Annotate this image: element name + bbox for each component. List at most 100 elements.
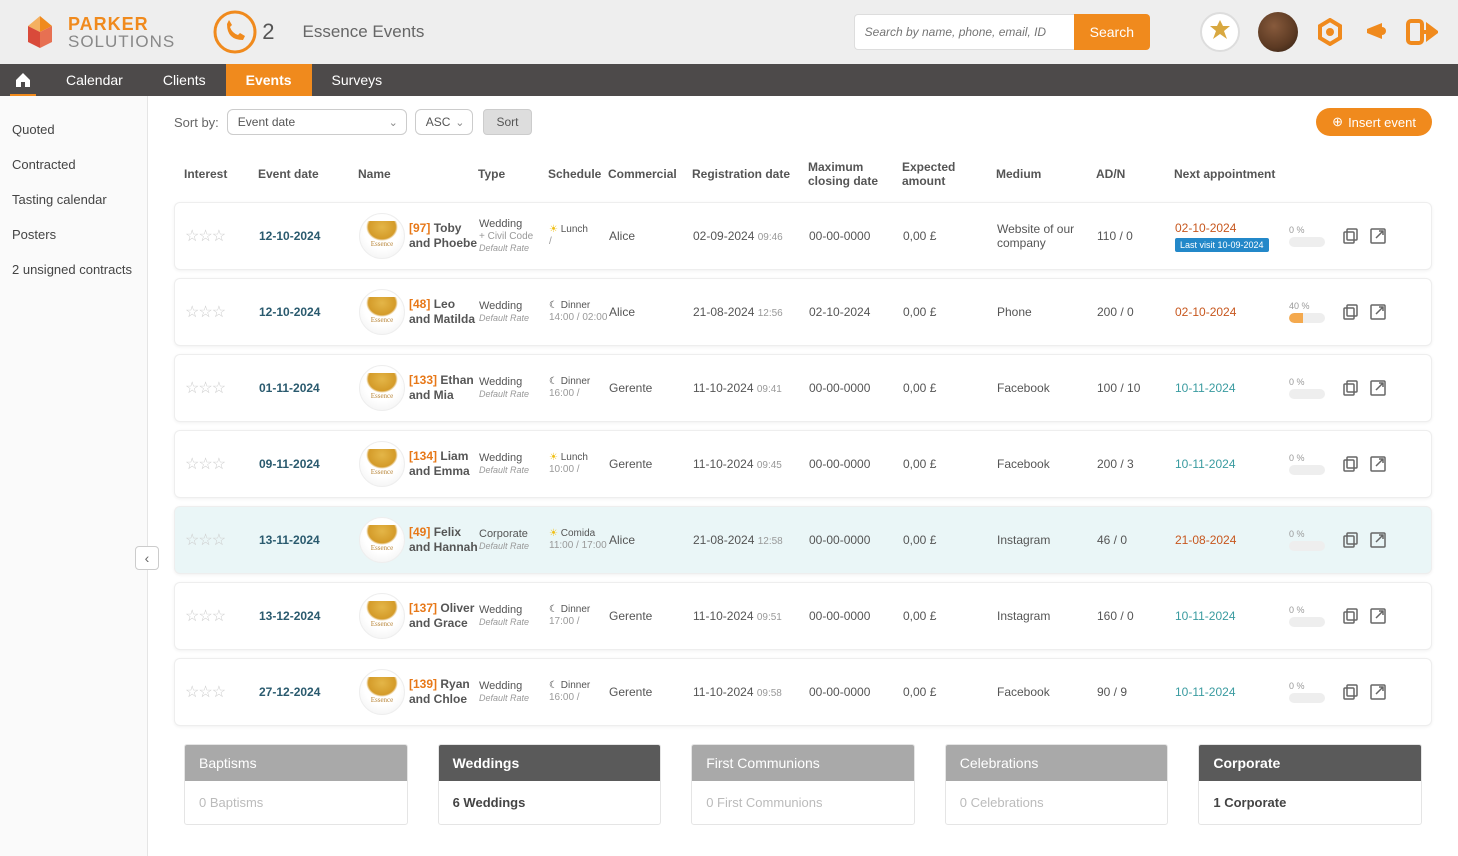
sidebar-item-quoted[interactable]: Quoted [0, 112, 147, 147]
name-cell[interactable]: Essence [97] Toby and Phoebe [359, 213, 479, 259]
summary-title: Corporate [1199, 745, 1421, 781]
summary-card[interactable]: Weddings 6 Weddings [438, 744, 662, 825]
registration-cell: 02-09-2024 09:46 [693, 229, 809, 243]
table-row[interactable]: ☆☆☆ 09-11-2024 Essence [134] Liam and Em… [174, 430, 1432, 498]
moon-icon: ☾ [549, 680, 558, 691]
col-name[interactable]: Name [358, 167, 478, 181]
open-icon[interactable] [1369, 455, 1387, 473]
name-cell[interactable]: Essence [134] Liam and Emma [359, 441, 479, 487]
table-row[interactable]: ☆☆☆ 27-12-2024 Essence [139] Ryan and Ch… [174, 658, 1432, 726]
table-row[interactable]: ☆☆☆ 13-11-2024 Essence [49] Felix and Ha… [174, 506, 1432, 574]
open-icon[interactable] [1369, 607, 1387, 625]
copy-icon[interactable] [1341, 683, 1359, 701]
col-schedule[interactable]: Schedule [548, 167, 608, 181]
interest-stars[interactable]: ☆☆☆ [185, 606, 259, 626]
copy-icon[interactable] [1341, 303, 1359, 321]
nav-calendar[interactable]: Calendar [46, 64, 143, 96]
copy-icon[interactable] [1341, 227, 1359, 245]
venue-logo-icon: Essence [359, 517, 405, 563]
settings-hex-icon[interactable] [1316, 18, 1344, 46]
expected-cell: 0,00 £ [903, 229, 997, 243]
notification-bell-icon[interactable] [1362, 19, 1388, 45]
col-adn[interactable]: AD/N [1096, 167, 1174, 181]
max-closing-cell: 00-00-0000 [809, 685, 903, 699]
expected-cell: 0,00 £ [903, 685, 997, 699]
summary-card[interactable]: Corporate 1 Corporate [1198, 744, 1422, 825]
name-cell[interactable]: Essence [139] Ryan and Chloe [359, 669, 479, 715]
table-row[interactable]: ☆☆☆ 12-10-2024 Essence [48] Leo and Mati… [174, 278, 1432, 346]
search-button[interactable]: Search [1074, 14, 1150, 50]
logo[interactable]: PARKER SOLUTIONS [20, 12, 175, 52]
summary-card[interactable]: Baptisms 0 Baptisms [184, 744, 408, 825]
phone-badge[interactable]: 2 [210, 7, 274, 57]
venue-logo-icon: Essence [359, 669, 405, 715]
sort-dir-value: ASC [426, 115, 451, 129]
summary-title: First Communions [692, 745, 914, 781]
user-avatar[interactable] [1258, 12, 1298, 52]
col-interest[interactable]: Interest [184, 167, 258, 181]
progress-cell: 40 % [1289, 301, 1341, 323]
col-expected[interactable]: Expected amount [902, 160, 996, 188]
summary-title: Baptisms [185, 745, 407, 781]
sort-button[interactable]: Sort [483, 109, 531, 135]
nav-home[interactable] [0, 64, 46, 96]
interest-stars[interactable]: ☆☆☆ [185, 454, 259, 474]
action-cell [1341, 227, 1421, 245]
interest-stars[interactable]: ☆☆☆ [185, 530, 259, 550]
moon-icon: ☾ [549, 300, 558, 311]
interest-stars[interactable]: ☆☆☆ [185, 226, 259, 246]
copy-icon[interactable] [1341, 531, 1359, 549]
open-icon[interactable] [1369, 531, 1387, 549]
venue-avatar[interactable] [1200, 12, 1240, 52]
search-input[interactable] [854, 14, 1074, 50]
summary-card[interactable]: First Communions 0 First Communions [691, 744, 915, 825]
open-icon[interactable] [1369, 379, 1387, 397]
expected-cell: 0,00 £ [903, 381, 997, 395]
venue-logo-icon: Essence [359, 213, 405, 259]
name-cell[interactable]: Essence [137] Oliver and Grace [359, 593, 479, 639]
summary-card[interactable]: Celebrations 0 Celebrations [945, 744, 1169, 825]
name-cell[interactable]: Essence [49] Felix and Hannah [359, 517, 479, 563]
max-closing-cell: 00-00-0000 [809, 229, 903, 243]
open-icon[interactable] [1369, 683, 1387, 701]
sidebar-item-contracted[interactable]: Contracted [0, 147, 147, 182]
interest-stars[interactable]: ☆☆☆ [185, 378, 259, 398]
col-commercial[interactable]: Commercial [608, 167, 692, 181]
col-registration[interactable]: Registration date [692, 167, 808, 181]
sidebar-item-tasting[interactable]: Tasting calendar [0, 182, 147, 217]
sort-dir-select[interactable]: ASC ⌄ [415, 109, 474, 135]
col-next[interactable]: Next appointment [1174, 167, 1288, 181]
nav-clients[interactable]: Clients [143, 64, 226, 96]
copy-icon[interactable] [1341, 607, 1359, 625]
logo-line1: PARKER [68, 15, 175, 33]
registration-cell: 21-08-2024 12:56 [693, 305, 809, 319]
logout-icon[interactable] [1406, 18, 1438, 46]
nav-surveys[interactable]: Surveys [312, 64, 403, 96]
type-cell: WeddingDefault Rate [479, 300, 549, 324]
table-row[interactable]: ☆☆☆ 01-11-2024 Essence [133] Ethan and M… [174, 354, 1432, 422]
type-cell: WeddingDefault Rate [479, 376, 549, 400]
name-cell[interactable]: Essence [133] Ethan and Mia [359, 365, 479, 411]
copy-icon[interactable] [1341, 379, 1359, 397]
col-max-closing[interactable]: Maximum closing date [808, 160, 902, 188]
sidebar-collapse-button[interactable]: ‹ [135, 546, 159, 570]
interest-stars[interactable]: ☆☆☆ [185, 302, 259, 322]
interest-stars[interactable]: ☆☆☆ [185, 682, 259, 702]
max-closing-cell: 00-00-0000 [809, 533, 903, 547]
col-type[interactable]: Type [478, 167, 548, 181]
insert-event-button[interactable]: ⊕ Insert event [1316, 108, 1432, 136]
next-cell: 21-08-2024 [1175, 533, 1289, 547]
sidebar-item-unsigned[interactable]: 2 unsigned contracts [0, 252, 147, 287]
copy-icon[interactable] [1341, 455, 1359, 473]
col-event-date[interactable]: Event date [258, 167, 358, 181]
next-cell: 10-11-2024 [1175, 685, 1289, 699]
col-medium[interactable]: Medium [996, 167, 1096, 181]
name-cell[interactable]: Essence [48] Leo and Matilda [359, 289, 479, 335]
table-row[interactable]: ☆☆☆ 13-12-2024 Essence [137] Oliver and … [174, 582, 1432, 650]
sort-field-select[interactable]: Event date ⌄ [227, 109, 407, 135]
open-icon[interactable] [1369, 227, 1387, 245]
open-icon[interactable] [1369, 303, 1387, 321]
nav-events[interactable]: Events [226, 64, 312, 96]
table-row[interactable]: ☆☆☆ 12-10-2024 Essence [97] Toby and Pho… [174, 202, 1432, 270]
sidebar-item-posters[interactable]: Posters [0, 217, 147, 252]
